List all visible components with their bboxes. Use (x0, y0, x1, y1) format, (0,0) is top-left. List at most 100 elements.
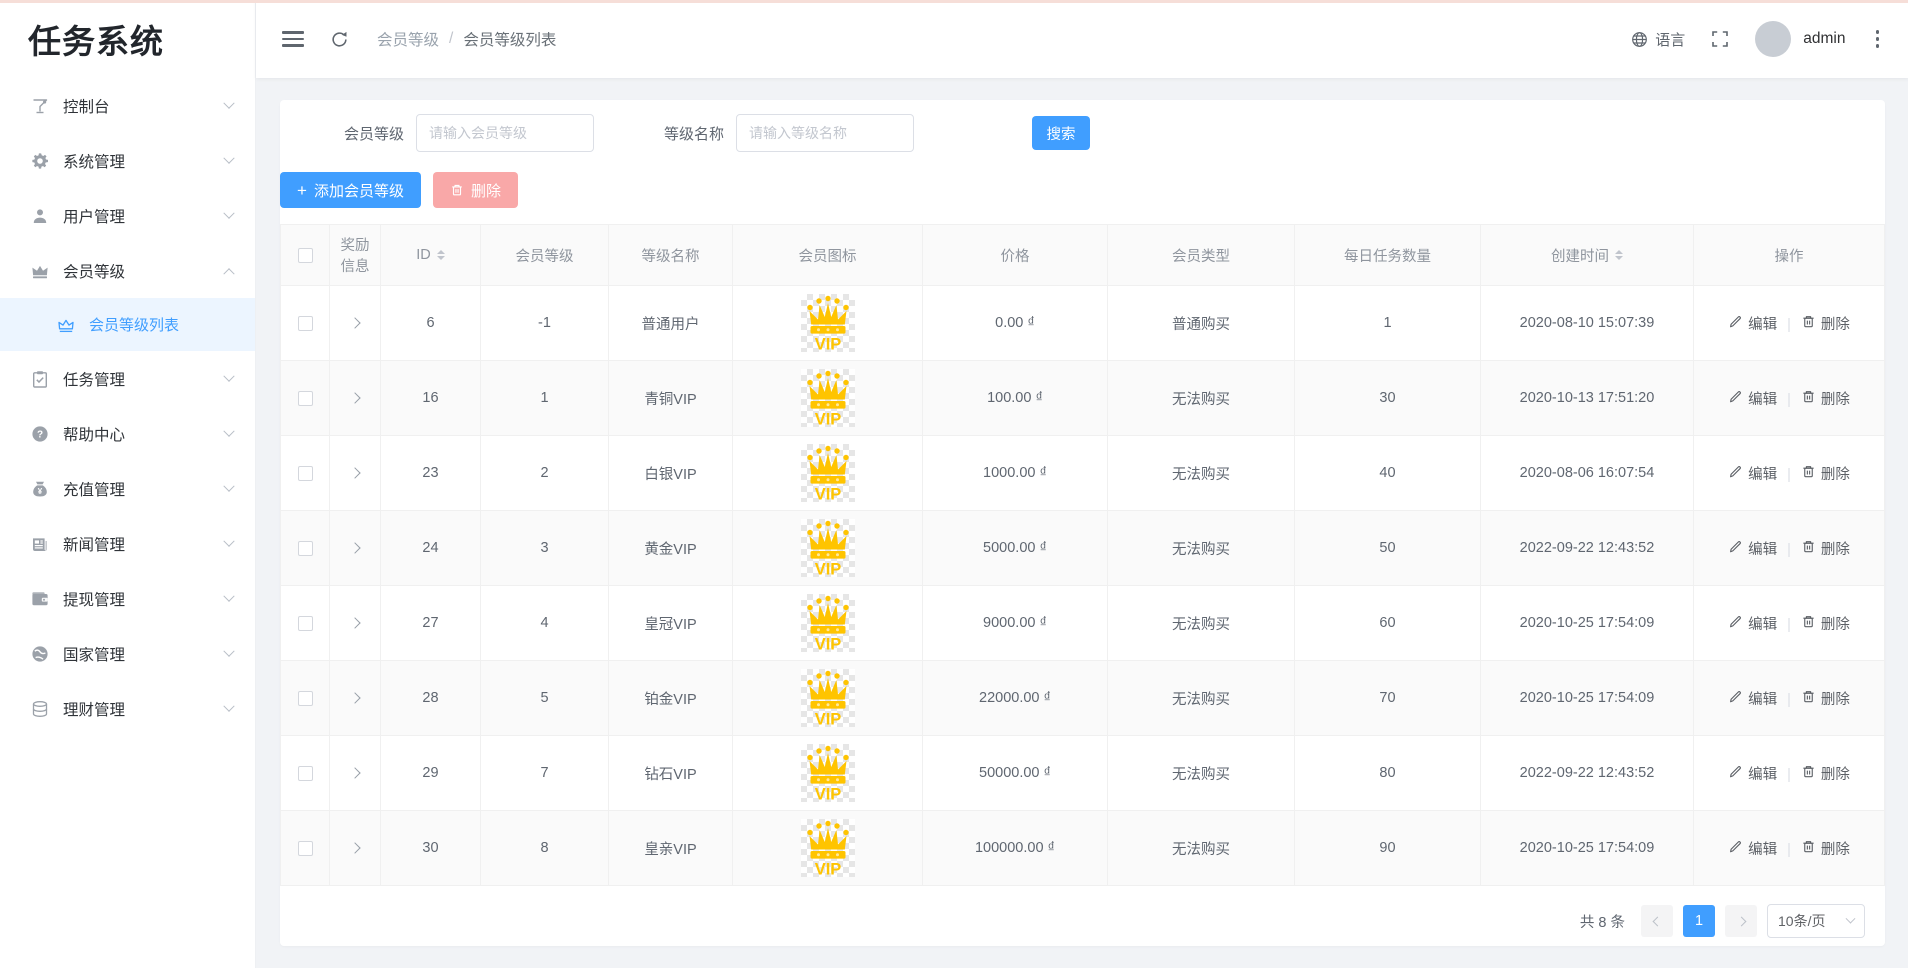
cell-created: 2022-09-22 12:43:52 (1481, 736, 1694, 811)
row-checkbox[interactable] (298, 316, 313, 331)
hamburger-menu-icon[interactable] (282, 31, 304, 47)
svg-text:?: ? (37, 429, 43, 440)
sidebar-item-settings[interactable]: 系统管理 (0, 133, 255, 188)
cell-name: 白银VIP (609, 436, 733, 511)
page-size-select[interactable]: 10条/页 (1767, 904, 1865, 938)
delete-row-button[interactable]: 删除 (1801, 763, 1850, 784)
fullscreen-icon[interactable] (1711, 30, 1729, 48)
row-checkbox[interactable] (298, 691, 313, 706)
cell-level: 1 (481, 361, 609, 436)
cell-price: 50000.00 ₫ (923, 736, 1108, 811)
svg-text:VIP: VIP (814, 411, 841, 428)
delete-button[interactable]: 删除 (433, 172, 518, 208)
row-checkbox[interactable] (298, 466, 313, 481)
chevron-down-icon (223, 370, 234, 381)
expand-row-icon[interactable] (349, 842, 360, 853)
cell-select (281, 811, 330, 886)
column-header-7: 会员类型 (1108, 225, 1295, 286)
delete-row-button[interactable]: 删除 (1801, 313, 1850, 334)
sort-icon[interactable] (1615, 246, 1623, 264)
expand-row-icon[interactable] (349, 692, 360, 703)
expand-row-icon[interactable] (349, 317, 360, 328)
sidebar-item-member-level-list[interactable]: 会员等级列表 (0, 298, 255, 351)
cell-actions: 编辑|删除 (1694, 286, 1885, 361)
row-checkbox[interactable] (298, 766, 313, 781)
edit-button[interactable]: 编辑 (1728, 763, 1777, 784)
sidebar-item-member-level[interactable]: 会员等级 (0, 243, 255, 298)
row-checkbox[interactable] (298, 541, 313, 556)
sidebar-item-users[interactable]: 用户管理 (0, 188, 255, 243)
sidebar-item-country[interactable]: 国家管理 (0, 626, 255, 681)
breadcrumb-current: 会员等级列表 (463, 28, 556, 50)
language-switcher[interactable]: 语言 (1631, 29, 1685, 50)
user-menu[interactable]: admin (1755, 21, 1845, 57)
add-member-level-button[interactable]: + 添加会员等级 (280, 172, 421, 208)
select-all-header (281, 225, 330, 286)
delete-row-button[interactable]: 删除 (1801, 838, 1850, 859)
cell-price: 9000.00 ₫ (923, 586, 1108, 661)
expand-row-icon[interactable] (349, 617, 360, 628)
edit-button[interactable]: 编辑 (1728, 463, 1777, 484)
next-page-button[interactable] (1725, 905, 1757, 937)
expand-row-icon[interactable] (349, 392, 360, 403)
edit-button[interactable]: 编辑 (1728, 613, 1777, 634)
expand-row-icon[interactable] (349, 767, 360, 778)
edit-button[interactable]: 编辑 (1728, 538, 1777, 559)
sidebar-item-finance[interactable]: 理财管理 (0, 681, 255, 736)
breadcrumb-parent[interactable]: 会员等级 (377, 28, 439, 50)
delete-row-button[interactable]: 删除 (1801, 613, 1850, 634)
edit-button[interactable]: 编辑 (1728, 313, 1777, 334)
more-options-icon[interactable] (1872, 26, 1884, 52)
row-checkbox[interactable] (298, 391, 313, 406)
column-header-3: 会员等级 (481, 225, 609, 286)
table-body: 6-1普通用户VIP0.00 ₫普通购买12020-08-10 15:07:39… (281, 286, 1885, 886)
vip-crown-icon: VIP (801, 519, 855, 577)
cell-actions: 编辑|删除 (1694, 511, 1885, 586)
delete-row-button[interactable]: 删除 (1801, 538, 1850, 559)
sidebar-item-withdraw[interactable]: 提现管理 (0, 571, 255, 626)
level-name-input[interactable] (736, 114, 914, 152)
sidebar-item-news[interactable]: 新闻管理 (0, 516, 255, 571)
vip-crown-icon: VIP (801, 594, 855, 652)
member-level-filter-label: 会员等级 (344, 123, 404, 144)
expand-row-icon[interactable] (349, 467, 360, 478)
sidebar-item-tasks[interactable]: 任务管理 (0, 351, 255, 406)
sidebar-item-recharge[interactable]: ¥充值管理 (0, 461, 255, 516)
cell-price: 22000.00 ₫ (923, 661, 1108, 736)
search-button[interactable]: 搜索 (1032, 116, 1090, 150)
sort-icon[interactable] (437, 246, 445, 264)
delete-row-button[interactable]: 删除 (1801, 388, 1850, 409)
cell-icon: VIP (733, 811, 923, 886)
refresh-icon[interactable] (330, 30, 349, 49)
expand-row-icon[interactable] (349, 542, 360, 553)
row-checkbox[interactable] (298, 616, 313, 631)
edit-button[interactable]: 编辑 (1728, 838, 1777, 859)
delete-row-button[interactable]: 删除 (1801, 463, 1850, 484)
cell-level: 7 (481, 736, 609, 811)
sidebar-item-console[interactable]: 控制台 (0, 78, 255, 133)
cell-icon: VIP (733, 736, 923, 811)
country-icon (30, 644, 50, 664)
cell-created: 2020-10-25 17:54:09 (1481, 586, 1694, 661)
globe-icon (1631, 31, 1648, 48)
edit-button[interactable]: 编辑 (1728, 388, 1777, 409)
edit-button[interactable]: 编辑 (1728, 688, 1777, 709)
select-all-checkbox[interactable] (298, 248, 313, 263)
current-page-button[interactable]: 1 (1683, 905, 1715, 937)
cell-price: 100.00 ₫ (923, 361, 1108, 436)
delete-row-button[interactable]: 删除 (1801, 688, 1850, 709)
prev-page-button[interactable] (1641, 905, 1673, 937)
cell-id: 28 (381, 661, 481, 736)
news-icon (30, 534, 50, 554)
member-level-input[interactable] (416, 114, 594, 152)
chevron-down-icon (223, 425, 234, 436)
column-header-9[interactable]: 创建时间 (1481, 225, 1694, 286)
cell-icon: VIP (733, 511, 923, 586)
svg-text:VIP: VIP (814, 861, 841, 878)
row-checkbox[interactable] (298, 841, 313, 856)
sidebar-item-help[interactable]: ?帮助中心 (0, 406, 255, 461)
action-divider: | (1787, 467, 1791, 483)
cell-expand (330, 661, 381, 736)
cell-name: 普通用户 (609, 286, 733, 361)
column-header-2[interactable]: ID (381, 225, 481, 286)
